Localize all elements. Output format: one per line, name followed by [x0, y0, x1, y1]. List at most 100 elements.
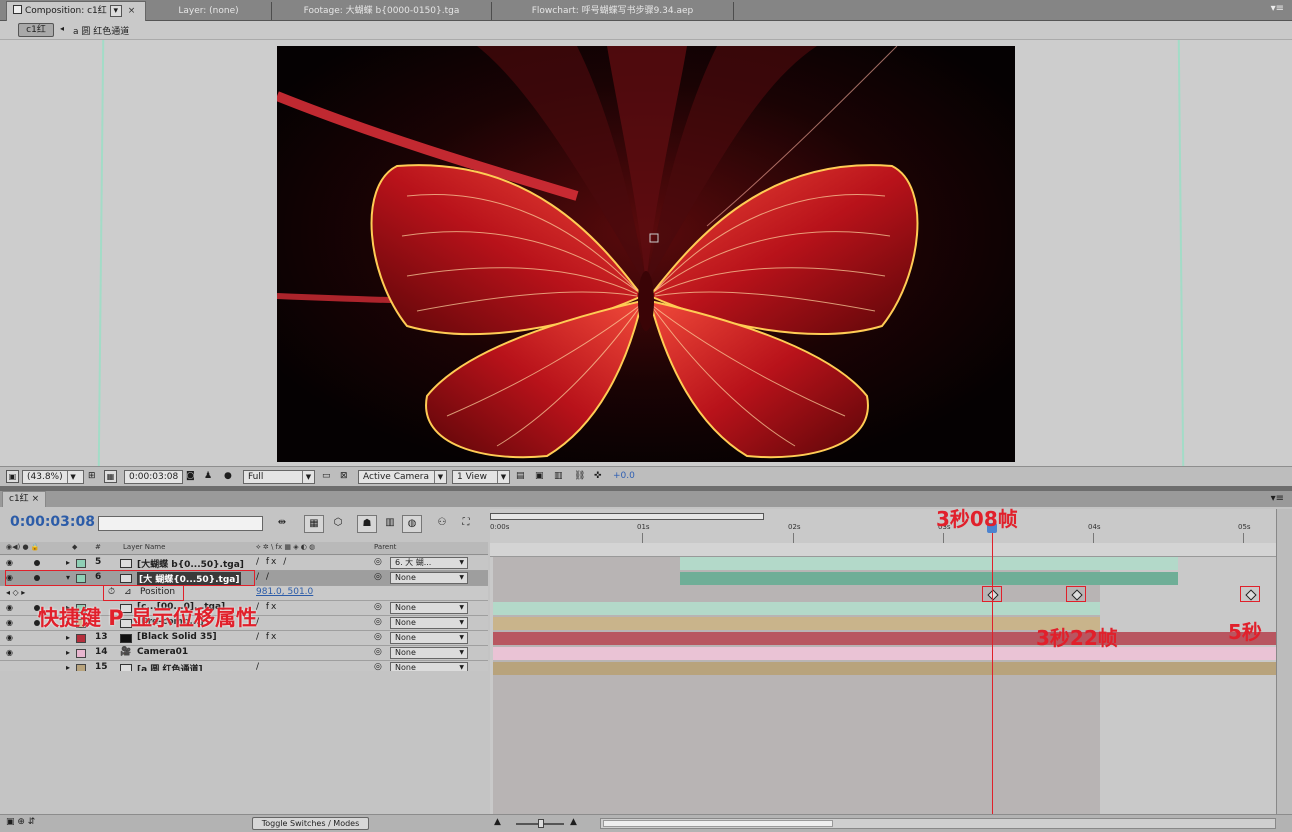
pick-whip-icon[interactable]: ◎	[374, 632, 382, 642]
label-color-swatch[interactable]	[76, 559, 86, 568]
layer-bar[interactable]	[680, 572, 1178, 585]
parent-picker[interactable]: ◎ None	[374, 617, 470, 629]
time-navigator[interactable]	[490, 513, 764, 520]
parent-picker[interactable]: ◎ None	[374, 572, 470, 584]
toggle-pixel-aspect-icon[interactable]: ▤	[516, 470, 525, 484]
label-color-swatch[interactable]	[76, 649, 86, 658]
close-icon[interactable]: ×	[32, 494, 40, 504]
zoom-in-icon[interactable]: ▲	[570, 817, 577, 827]
panel-menu-icon[interactable]: ▾≡	[1271, 493, 1284, 504]
table-row[interactable]: ◉ ▸ 5 [大蝴蝶 b{0...50}.tga] / fx / ◎ 6. 大 蝴…	[0, 556, 488, 571]
close-icon[interactable]: ×	[128, 6, 136, 16]
chevron-right-icon[interactable]: ▸	[66, 633, 70, 642]
zoom-dropdown[interactable]: (43.8%) ▼	[22, 470, 84, 484]
parent-dropdown[interactable]: None	[390, 572, 468, 584]
pick-whip-icon[interactable]: ◎	[374, 617, 382, 627]
region-of-interest-icon[interactable]: ▦	[104, 470, 117, 483]
toggle-switches-modes-button[interactable]: Toggle Switches / Modes	[252, 817, 369, 830]
table-row[interactable]: ◉ ▸ 14 🎥 Camera01 ◎ None	[0, 646, 488, 661]
scroll-thumb[interactable]	[603, 820, 833, 827]
motion-blur-icon[interactable]: ◍	[402, 515, 422, 533]
pick-whip-icon[interactable]: ◎	[374, 647, 382, 657]
parent-dropdown[interactable]: None	[390, 617, 468, 629]
label-color-swatch[interactable]	[76, 634, 86, 643]
live-update-icon[interactable]: ▦	[304, 515, 324, 533]
time-graph[interactable]: 0:00s 01s 02s 03s 04s 05s	[490, 509, 1276, 814]
chevron-right-icon[interactable]: ▸	[66, 648, 70, 657]
time-ruler[interactable]: 0:00s 01s 02s 03s 04s 05s	[490, 509, 1276, 543]
layer-bar[interactable]	[493, 662, 1276, 675]
eye-icon[interactable]: ◉	[6, 558, 13, 567]
tab-flowchart[interactable]: Flowchart: 呼号蝴蝶写书步骤9.34.aep	[492, 2, 734, 20]
layer-name[interactable]: [大蝴蝶 b{0...50}.tga]	[137, 557, 244, 570]
work-area-bar[interactable]	[490, 543, 1276, 557]
layout-dropdown[interactable]: 1 View ▼	[452, 470, 510, 484]
parent-picker[interactable]: ◎ None	[374, 647, 470, 659]
flowchart-icon[interactable]: ⛓	[574, 470, 585, 484]
view-dropdown[interactable]: Active Camera ▼	[358, 470, 447, 484]
parent-dropdown[interactable]: None	[390, 647, 468, 659]
fast-previews-icon[interactable]: ▭	[322, 470, 331, 484]
grid-icon[interactable]: ⊞	[88, 470, 96, 484]
property-value[interactable]: 981.0, 501.0	[256, 587, 313, 597]
comp-mini-flowchart-icon[interactable]: ⇹	[272, 515, 292, 533]
layer-search-input[interactable]	[98, 516, 263, 531]
keyframe[interactable]	[1240, 586, 1260, 602]
expand-panes-icons[interactable]: ▣ ⊕ ⇵	[6, 817, 35, 827]
tab-composition[interactable]: Composition: c1红 ▾ ×	[6, 1, 146, 21]
transparency-grid-icon[interactable]: ⊠	[340, 470, 348, 484]
lock-icon[interactable]	[13, 5, 22, 14]
timeline-icon[interactable]: ▥	[554, 470, 563, 484]
av-features-icon[interactable]: ◉◀) ● 🔒	[6, 543, 40, 551]
keyframe-navigator[interactable]: ◂ ◇ ▸	[6, 588, 25, 597]
graph-editor-icon[interactable]: ⛶	[456, 515, 476, 533]
tab-footage[interactable]: Footage: 大蝴蝶 b{0000-0150}.tga	[272, 2, 492, 20]
composition-viewer[interactable]	[0, 39, 1292, 467]
show-snapshot-icon[interactable]: ♟	[204, 470, 212, 484]
vertical-scrollbar[interactable]	[1276, 509, 1292, 814]
zoom-out-icon[interactable]: ▲	[494, 817, 501, 827]
column-layer-name[interactable]: Layer Name	[123, 543, 165, 551]
breadcrumb-comp-button[interactable]: c1红	[18, 23, 54, 37]
brainstorm-icon[interactable]: ⚇	[432, 515, 452, 533]
solo-icon[interactable]	[34, 560, 40, 566]
resolution-dropdown[interactable]: Full ▼	[243, 470, 315, 484]
exposure-value[interactable]: +0.0	[613, 470, 635, 484]
layer-name[interactable]: [Black Solid 35]	[137, 632, 217, 642]
composition-frame[interactable]	[277, 46, 1015, 462]
layer-name[interactable]: Camera01	[137, 647, 188, 657]
snapshot-icon[interactable]: ◙	[186, 470, 195, 484]
layer-bar[interactable]	[493, 602, 1100, 615]
current-time-display[interactable]: 0:00:03:08	[124, 470, 184, 484]
parent-picker[interactable]: ◎ None	[374, 602, 470, 614]
label-column-icon[interactable]: ◆	[72, 543, 77, 551]
layer-bar[interactable]	[680, 557, 1178, 570]
parent-dropdown[interactable]: None	[390, 632, 468, 644]
breadcrumb-item[interactable]: a 圆 红色通道	[73, 24, 129, 37]
hide-shy-layers-icon[interactable]: ☗	[357, 515, 377, 533]
parent-dropdown[interactable]: 6. 大 蝴...	[390, 557, 468, 569]
column-parent[interactable]: Parent	[374, 543, 396, 551]
frame-blending-icon[interactable]: ▥	[380, 515, 400, 533]
panel-menu-icon[interactable]: ▾≡	[1271, 3, 1284, 14]
zoom-slider-handle[interactable]	[538, 819, 544, 828]
layer-bar[interactable]	[493, 647, 1276, 660]
chevron-down-icon[interactable]: ▾	[109, 5, 122, 17]
timeline-current-time[interactable]: 0:00:03:08	[10, 514, 95, 530]
current-time-indicator[interactable]	[992, 523, 993, 814]
layer-switches[interactable]: / fx	[256, 632, 278, 642]
pick-whip-icon[interactable]: ◎	[374, 557, 382, 567]
pick-whip-icon[interactable]: ◎	[374, 602, 382, 612]
parent-dropdown[interactable]: None	[390, 602, 468, 614]
parent-picker[interactable]: ◎ 6. 大 蝴...	[374, 557, 470, 569]
channel-icon[interactable]: ●	[224, 470, 232, 484]
draft-3d-icon[interactable]: ⬡	[328, 515, 348, 533]
eye-icon[interactable]: ◉	[6, 633, 13, 642]
reset-exposure-icon[interactable]: ✜	[594, 470, 602, 484]
chevron-right-icon[interactable]: ▸	[66, 558, 70, 567]
property-row-position[interactable]: ◂ ◇ ▸ ⏱ ⊿ Position 981.0, 501.0	[0, 586, 488, 601]
keyframe[interactable]	[1066, 586, 1086, 602]
layer-bar[interactable]	[493, 617, 1100, 630]
eye-icon[interactable]: ◉	[6, 648, 13, 657]
always-preview-icon[interactable]: ▣	[6, 470, 19, 483]
